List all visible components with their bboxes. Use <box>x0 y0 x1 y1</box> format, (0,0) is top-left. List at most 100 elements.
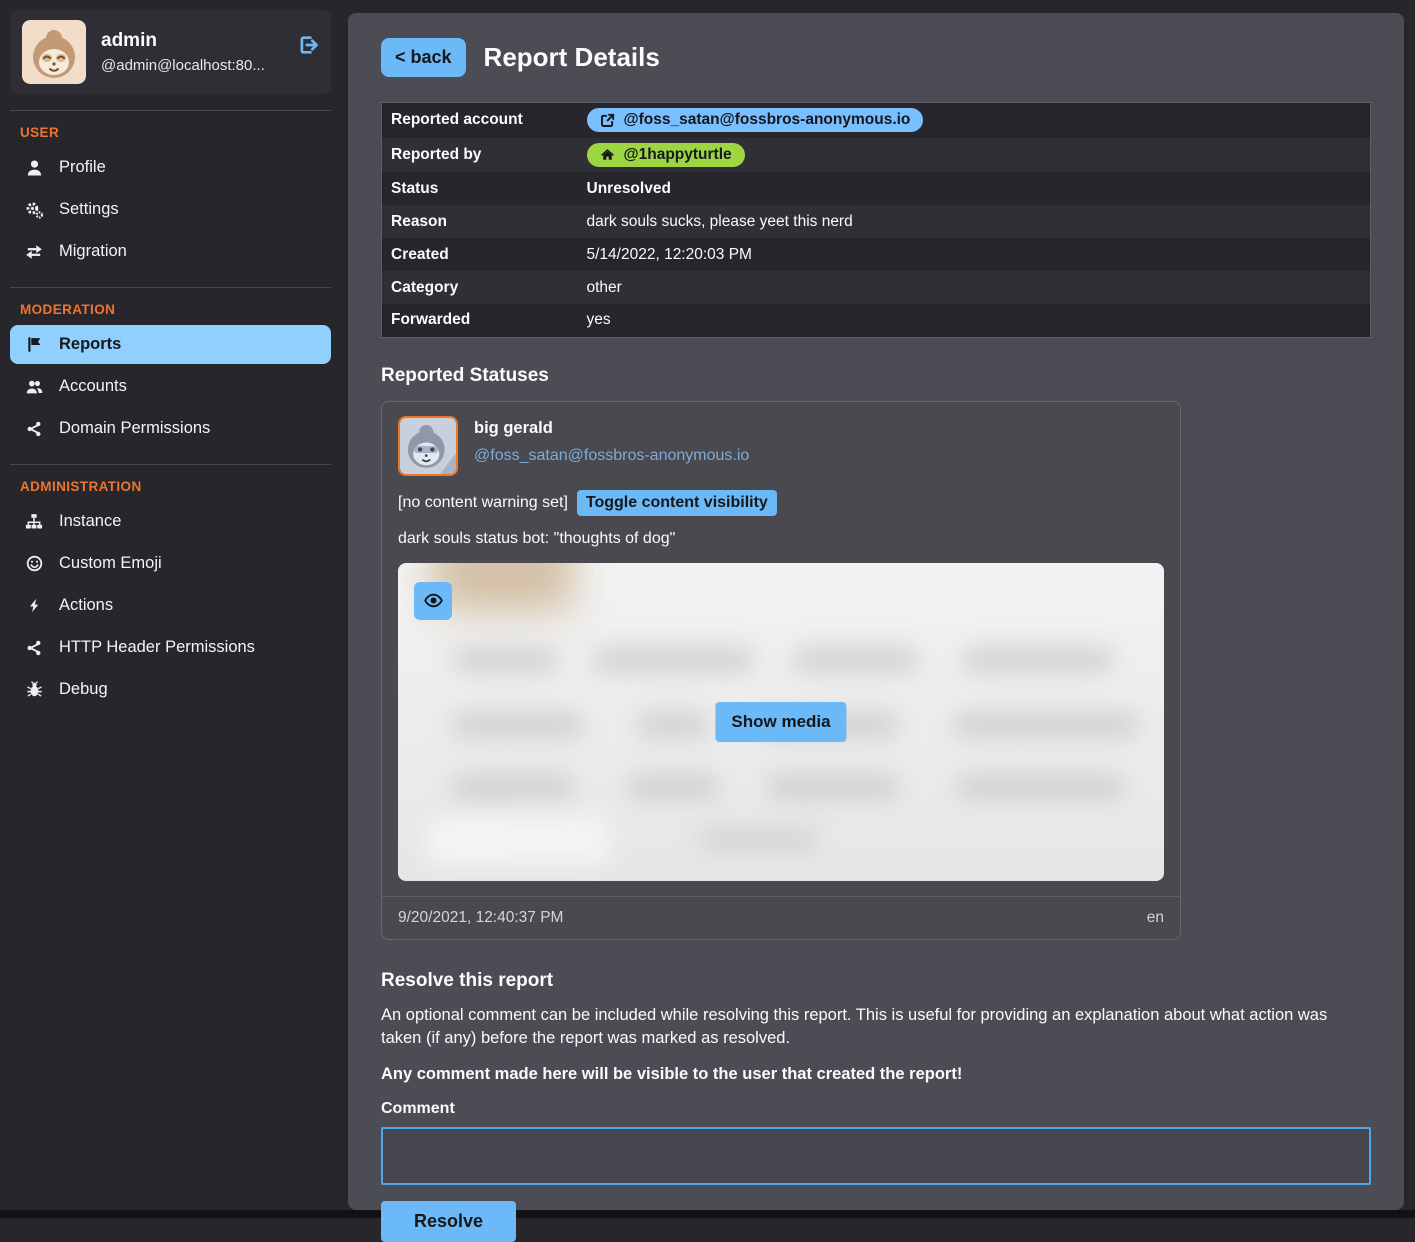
status-timestamp: 9/20/2021, 12:40:37 PM <box>398 909 563 927</box>
sign-out-icon <box>297 34 319 56</box>
divider <box>10 110 331 111</box>
status-footer: 9/20/2021, 12:40:37 PM en <box>382 896 1180 939</box>
share-nodes-icon <box>24 421 44 437</box>
back-button[interactable]: < back <box>381 38 466 77</box>
sidebar-item-label: Custom Emoji <box>59 554 162 573</box>
sidebar-item-label: Reports <box>59 335 121 354</box>
status-avatar <box>398 416 458 476</box>
media-sensitive-eye-button[interactable] <box>414 582 452 620</box>
sidebar-item-http-header-permissions[interactable]: HTTP Header Permissions <box>10 628 331 667</box>
resolve-button[interactable]: Resolve <box>381 1201 516 1242</box>
blurred-media-bar <box>453 713 583 737</box>
row-label: Status <box>382 172 578 205</box>
sidebar-item-label: Domain Permissions <box>59 419 210 438</box>
resolve-warning: Any comment made here will be visible to… <box>381 1065 1371 1084</box>
page-title: Report Details <box>484 42 660 73</box>
app-layout: admin @admin@localhost:80... USER Profil… <box>0 0 1415 1210</box>
flag-icon <box>24 336 44 353</box>
logout-button[interactable] <box>297 34 319 56</box>
user-icon <box>24 159 44 176</box>
report-details-table: Reported account @foss_satan@fossbros-an… <box>381 102 1371 338</box>
section-header-user: USER <box>10 125 331 140</box>
user-name: admin <box>101 30 282 52</box>
row-label: Reason <box>382 205 578 238</box>
share-nodes-icon <box>24 640 44 656</box>
row-value: other <box>578 271 1371 304</box>
sidebar-item-profile[interactable]: Profile <box>10 148 331 187</box>
sidebar-item-debug[interactable]: Debug <box>10 670 331 709</box>
admin-avatar <box>22 20 86 84</box>
reporter-account-link[interactable]: @1happyturtle <box>587 143 745 167</box>
blurred-media-bar <box>953 713 1138 737</box>
divider <box>10 464 331 465</box>
status-language: en <box>1147 909 1164 927</box>
row-label: Created <box>382 238 578 271</box>
blurred-media-bar <box>638 713 708 737</box>
comment-label: Comment <box>381 1100 1371 1118</box>
blurred-media-bar <box>453 775 573 799</box>
row-label: Forwarded <box>382 304 578 337</box>
table-row: Reported account @foss_satan@fossbros-an… <box>382 103 1371 138</box>
sidebar-item-settings[interactable]: Settings <box>10 190 331 229</box>
table-row: Created 5/14/2022, 12:20:03 PM <box>382 238 1371 271</box>
reported-account-link[interactable]: @foss_satan@fossbros-anonymous.io <box>587 108 924 132</box>
table-row: Forwarded yes <box>382 304 1371 337</box>
row-label: Reported by <box>382 138 578 173</box>
sidebar-item-actions[interactable]: Actions <box>10 586 331 625</box>
status-display-name: big gerald <box>474 419 749 438</box>
sidebar-item-migration[interactable]: Migration <box>10 232 331 271</box>
section-header-moderation: MODERATION <box>10 302 331 317</box>
reported-status-card: big gerald @foss_satan@fossbros-anonymou… <box>381 401 1181 940</box>
sidebar-item-instance[interactable]: Instance <box>10 502 331 541</box>
house-icon <box>600 147 615 162</box>
bolt-icon <box>24 597 44 614</box>
toggle-content-visibility-button[interactable]: Toggle content visibility <box>577 490 777 516</box>
resolve-report-section: Resolve this report An optional comment … <box>381 970 1371 1242</box>
users-icon <box>24 378 44 395</box>
sidebar-item-label: Accounts <box>59 377 127 396</box>
user-card[interactable]: admin @admin@localhost:80... <box>10 10 331 94</box>
gears-icon <box>24 201 44 219</box>
sidebar-item-custom-emoji[interactable]: Custom Emoji <box>10 544 331 583</box>
external-link-icon <box>600 113 615 128</box>
sidebar: admin @admin@localhost:80... USER Profil… <box>0 0 348 1210</box>
sitemap-icon <box>24 513 44 530</box>
reporter-account-handle: @1happyturtle <box>624 146 732 164</box>
table-row: Reported by @1happyturtle <box>382 138 1371 173</box>
row-value: @foss_satan@fossbros-anonymous.io <box>578 103 1371 138</box>
blurred-media-bar <box>793 648 918 672</box>
sidebar-item-label: Actions <box>59 596 113 615</box>
page-header: < back Report Details <box>381 38 1371 77</box>
comment-textarea[interactable] <box>381 1127 1371 1185</box>
sidebar-item-label: Profile <box>59 158 106 177</box>
blurred-media-bar <box>768 775 898 799</box>
sidebar-item-label: Instance <box>59 512 121 531</box>
row-value: dark souls sucks, please yeet this nerd <box>578 205 1371 238</box>
sidebar-item-reports[interactable]: Reports <box>10 325 331 364</box>
row-label: Reported account <box>382 103 578 138</box>
blurred-media-blob <box>428 818 608 863</box>
sidebar-item-label: Settings <box>59 200 119 219</box>
table-row: Reason dark souls sucks, please yeet thi… <box>382 205 1371 238</box>
status-account-link[interactable]: @foss_satan@fossbros-anonymous.io <box>474 447 749 465</box>
content-warning-row: [no content warning set] Toggle content … <box>382 482 1180 520</box>
row-value: yes <box>578 304 1371 337</box>
row-value: @1happyturtle <box>578 138 1371 173</box>
sidebar-item-domain-permissions[interactable]: Domain Permissions <box>10 409 331 448</box>
sidebar-item-label: Migration <box>59 242 127 261</box>
blurred-media-bar <box>958 775 1123 799</box>
blurred-media-bar <box>963 648 1113 672</box>
reported-account-handle: @foss_satan@fossbros-anonymous.io <box>624 111 911 129</box>
blurred-media-bar <box>593 648 753 672</box>
status-content-text: dark souls status bot: "thoughts of dog" <box>382 520 1180 563</box>
transfer-arrows-icon <box>24 243 44 261</box>
resolve-heading: Resolve this report <box>381 970 1371 992</box>
blurred-media-bar <box>453 648 558 672</box>
row-value: 5/14/2022, 12:20:03 PM <box>578 238 1371 271</box>
table-row: Category other <box>382 271 1371 304</box>
user-info: admin @admin@localhost:80... <box>101 30 282 74</box>
user-handle: @admin@localhost:80... <box>101 57 282 74</box>
blurred-media-blob <box>433 563 573 610</box>
show-media-button[interactable]: Show media <box>715 702 846 742</box>
sidebar-item-accounts[interactable]: Accounts <box>10 367 331 406</box>
